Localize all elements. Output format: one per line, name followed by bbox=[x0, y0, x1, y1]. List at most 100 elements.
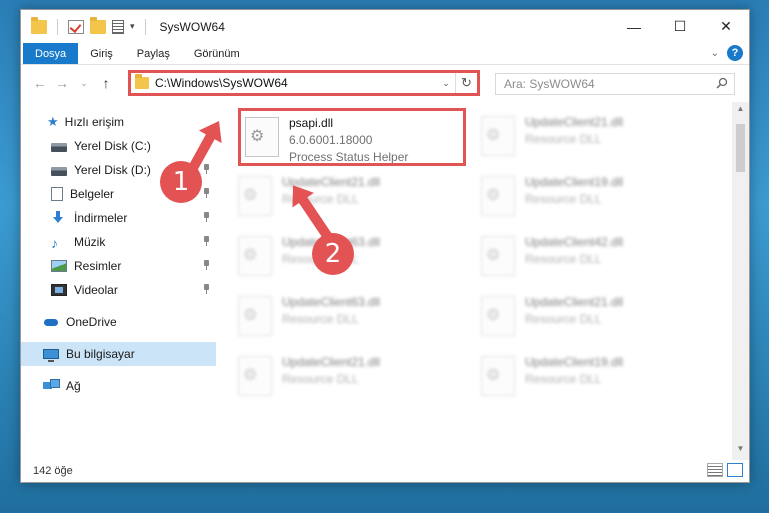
new-folder-icon[interactable] bbox=[90, 16, 106, 34]
nav-item-local-disk-c[interactable]: Yerel Disk (C:) bbox=[21, 134, 216, 158]
file-item[interactable]: UpdateClient21.dllResource DLL bbox=[238, 172, 458, 228]
help-icon[interactable]: ? bbox=[727, 45, 743, 61]
file-item[interactable]: UpdateClient21.dllResource DLL bbox=[481, 112, 701, 168]
tab-share[interactable]: Paylaş bbox=[125, 43, 182, 64]
file-item[interactable]: UpdateClient42.dll Resource DLL bbox=[481, 232, 701, 288]
scroll-thumb[interactable] bbox=[736, 124, 745, 172]
maximize-button[interactable]: ☐ bbox=[657, 10, 703, 43]
nav-item-this-pc[interactable]: Bu bilgisayar bbox=[21, 342, 216, 366]
back-arrow-icon[interactable]: ← bbox=[29, 75, 51, 91]
divider bbox=[144, 18, 146, 35]
nav-label: Videolar bbox=[74, 283, 118, 297]
details-view-icon[interactable] bbox=[707, 463, 723, 477]
vertical-scrollbar[interactable]: ▲ ▼ bbox=[732, 102, 749, 460]
nav-item-music[interactable]: ♪ Müzik bbox=[21, 230, 216, 254]
network-icon bbox=[43, 379, 60, 393]
properties-check-icon[interactable] bbox=[68, 19, 84, 34]
window-title: SysWOW64 bbox=[159, 19, 225, 34]
search-icon bbox=[716, 77, 728, 89]
pin-icon[interactable] bbox=[202, 164, 210, 174]
nav-label: Bu bilgisayar bbox=[66, 347, 135, 361]
refresh-icon[interactable]: ↻ bbox=[455, 73, 477, 93]
file-name: UpdateClient42.dll bbox=[525, 235, 624, 249]
nav-item-pictures[interactable]: Resimler bbox=[21, 254, 216, 278]
quick-access-toolbar: ▾ SysWOW64 bbox=[21, 16, 225, 35]
file-item[interactable]: UpdateClient19.dll Resource DLL bbox=[481, 172, 701, 228]
nav-item-network[interactable]: Ağ bbox=[21, 374, 216, 398]
nav-item-videos[interactable]: Videolar bbox=[21, 278, 216, 302]
annotation-badge-1: 1 bbox=[160, 161, 202, 203]
file-name: UpdateClient21.dll bbox=[525, 295, 624, 309]
nav-label: Resimler bbox=[74, 259, 122, 273]
navigation-pane: ★ Hızlı erişim Yerel Disk (C:) Yerel Dis… bbox=[21, 102, 216, 460]
drive-icon bbox=[51, 143, 67, 152]
computer-icon bbox=[43, 349, 59, 362]
address-row: ← → ⌄ ↑ C:\Windows\SysWOW64 ⌄ ↻ Ara: Sys… bbox=[21, 65, 749, 101]
file-sub: Resource DLL bbox=[525, 192, 602, 206]
dll-file-icon bbox=[481, 236, 515, 276]
chevron-down-icon[interactable]: ▾ bbox=[130, 21, 135, 32]
scroll-up-icon[interactable]: ▲ bbox=[732, 104, 749, 118]
pin-icon[interactable] bbox=[202, 212, 210, 222]
minimize-button[interactable]: — bbox=[611, 10, 657, 43]
large-icons-view-icon[interactable] bbox=[727, 463, 743, 477]
pin-icon[interactable] bbox=[202, 188, 210, 198]
dll-file-icon bbox=[481, 296, 515, 336]
file-name: UpdateClient63.dll bbox=[282, 295, 381, 309]
tab-view[interactable]: Görünüm bbox=[182, 43, 252, 64]
cloud-icon bbox=[43, 315, 59, 329]
nav-label: Hızlı erişim bbox=[64, 115, 124, 129]
file-name: UpdateClient19.dll bbox=[525, 355, 624, 369]
drive-icon bbox=[51, 167, 67, 176]
dll-file-icon bbox=[238, 296, 272, 336]
up-arrow-icon[interactable]: ↑ bbox=[95, 75, 117, 91]
tab-home[interactable]: Giriş bbox=[78, 43, 125, 64]
address-bar[interactable]: C:\Windows\SysWOW64 ⌄ ↻ bbox=[128, 70, 480, 96]
file-item[interactable]: UpdateClient21.dllResource DLL bbox=[238, 352, 458, 408]
ribbon-right-controls: ⌄ ? bbox=[711, 45, 743, 61]
star-icon: ★ bbox=[47, 114, 59, 129]
search-placeholder: Ara: SysWOW64 bbox=[504, 77, 595, 91]
nav-label: İndirmeler bbox=[74, 211, 128, 225]
file-list: psapi.dll 6.0.6001.18000 Process Status … bbox=[216, 102, 749, 460]
download-icon bbox=[51, 211, 67, 225]
tab-file[interactable]: Dosya bbox=[23, 43, 79, 64]
nav-quick-access[interactable]: ★ Hızlı erişim bbox=[21, 110, 216, 134]
pictures-icon bbox=[51, 260, 67, 272]
recent-locations-icon[interactable]: ⌄ bbox=[73, 78, 95, 89]
file-sub: Resource DLL bbox=[525, 312, 602, 326]
title-bar: ▾ SysWOW64 — ☐ ✕ bbox=[21, 10, 749, 43]
file-name: UpdateClient19.dll bbox=[525, 175, 624, 189]
nav-item-onedrive[interactable]: OneDrive bbox=[21, 310, 216, 334]
chevron-down-icon[interactable]: ⌄ bbox=[437, 78, 455, 89]
video-icon bbox=[51, 284, 67, 296]
close-button[interactable]: ✕ bbox=[703, 10, 749, 43]
forward-arrow-icon[interactable]: → bbox=[51, 75, 73, 91]
expand-ribbon-icon[interactable]: ⌄ bbox=[711, 48, 719, 59]
pin-icon[interactable] bbox=[202, 284, 210, 294]
folder-icon bbox=[31, 16, 47, 34]
nav-label: Ağ bbox=[66, 379, 81, 393]
window-controls: — ☐ ✕ bbox=[611, 10, 749, 43]
file-version: 6.0.6001.18000 bbox=[289, 133, 373, 147]
dll-file-icon bbox=[238, 356, 272, 396]
music-note-icon: ♪ bbox=[51, 235, 58, 251]
file-item[interactable]: UpdateClient21.dll Resource DLL bbox=[481, 292, 701, 348]
file-name: psapi.dll bbox=[289, 116, 334, 130]
file-sub: Resource DLL bbox=[282, 372, 359, 386]
dll-file-icon bbox=[481, 356, 515, 396]
search-input[interactable]: Ara: SysWOW64 bbox=[495, 73, 735, 95]
file-item-psapi[interactable]: psapi.dll 6.0.6001.18000 Process Status … bbox=[238, 108, 466, 166]
pin-icon[interactable] bbox=[202, 236, 210, 246]
content-area: ★ Hızlı erişim Yerel Disk (C:) Yerel Dis… bbox=[21, 102, 749, 460]
dll-file-icon bbox=[245, 117, 279, 157]
nav-item-downloads[interactable]: İndirmeler bbox=[21, 206, 216, 230]
ribbon-tabs: Dosya Giriş Paylaş Görünüm ⌄ ? bbox=[21, 43, 749, 65]
address-path[interactable]: C:\Windows\SysWOW64 bbox=[155, 76, 437, 90]
customize-toolbar-icon[interactable] bbox=[112, 19, 124, 34]
dll-file-icon bbox=[238, 236, 272, 276]
pin-icon[interactable] bbox=[202, 260, 210, 270]
scroll-down-icon[interactable]: ▼ bbox=[732, 444, 749, 458]
file-item[interactable]: UpdateClient63.dll Resource DLL bbox=[238, 292, 458, 348]
file-item[interactable]: UpdateClient19.dll Resource DLL bbox=[481, 352, 701, 408]
